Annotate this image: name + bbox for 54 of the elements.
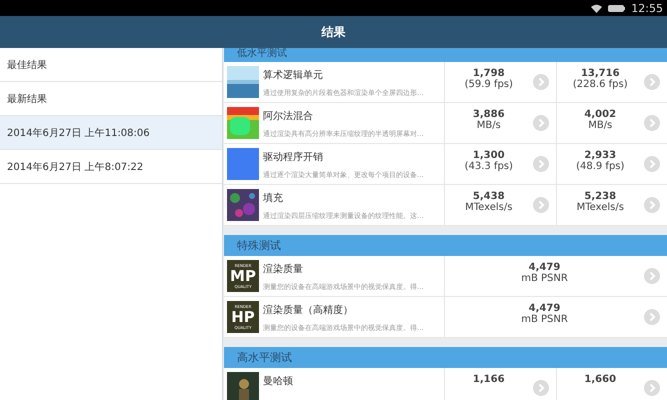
score-value: 4,002 (584, 109, 616, 120)
score-unit: (59.9 fps) (464, 79, 513, 90)
test-name: 填充 (263, 192, 284, 205)
test-name: 曼哈顿 (263, 375, 293, 388)
score-unit: MB/s (476, 120, 501, 131)
test-name: 算术逻辑单元 (263, 68, 324, 82)
score-value: 13,716 (580, 68, 620, 79)
score-unit: MTexels/s (576, 202, 624, 213)
test-name: 驱动程序开销 (263, 150, 324, 164)
test-name: 阿尔法混合 (263, 110, 314, 123)
chevron-right-icon[interactable] (644, 115, 660, 131)
chevron-right-icon[interactable] (644, 156, 660, 172)
sidebar-item[interactable]: 2014年6月27日 上午11:08:06 (0, 116, 222, 150)
score-value: 1,300 (472, 150, 505, 161)
wifi-icon (591, 4, 602, 12)
score-value: 1,798 (472, 68, 505, 79)
color-blend-thumbnail (227, 107, 259, 139)
score-unit: (48.9 fps) (576, 161, 624, 172)
chevron-right-icon[interactable] (532, 380, 548, 396)
solid-thumbnail (227, 148, 259, 180)
section-header: 低水平测试 (224, 48, 667, 62)
test-name: 渲染质量 (263, 262, 304, 276)
score-unit: (228.6 fps) (572, 79, 628, 90)
texture-thumbnail (227, 189, 259, 221)
score-value: 4,479 (528, 303, 560, 314)
score-value: 5,438 (472, 191, 505, 202)
score-value: 3,886 (472, 109, 505, 120)
chevron-right-icon[interactable] (644, 197, 660, 213)
chevron-right-icon[interactable] (532, 115, 548, 131)
score-unit: MB/s (588, 120, 612, 131)
score-unit: mB PSNR (521, 314, 568, 325)
section-header: 高水平测试 (224, 347, 667, 368)
score-unit: mB PSNR (521, 273, 568, 284)
game-scene-thumbnail (227, 372, 259, 400)
sky-water-thumbnail (227, 66, 259, 98)
section-header: 特殊测试 (224, 235, 667, 256)
chevron-right-icon[interactable] (644, 268, 660, 284)
battery-icon (608, 4, 626, 12)
score-value: 1,660 (584, 374, 616, 385)
test-name: 渲染质量（高精度） (263, 304, 354, 317)
score-unit: MTexels/s (465, 202, 512, 213)
score-value: 5,238 (584, 191, 616, 202)
score-value: 2,933 (584, 150, 616, 161)
chevron-right-icon[interactable] (644, 309, 660, 325)
chevron-right-icon[interactable] (532, 197, 548, 213)
score-unit: (43.3 fps) (464, 161, 513, 172)
chevron-right-icon[interactable] (644, 380, 660, 396)
chevron-right-icon[interactable] (532, 156, 548, 172)
clock-time: 12:55 (631, 2, 663, 14)
score-value: 4,479 (528, 262, 560, 273)
page-title: 结果 (322, 24, 346, 40)
chevron-right-icon[interactable] (532, 74, 548, 90)
chevron-right-icon[interactable] (644, 74, 660, 90)
score-value: 1,166 (472, 374, 505, 385)
